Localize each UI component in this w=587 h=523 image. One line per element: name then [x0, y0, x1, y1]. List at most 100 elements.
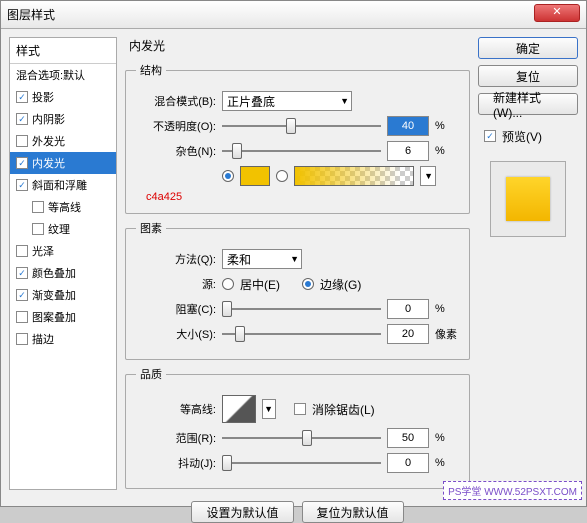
- close-button[interactable]: ✕: [534, 4, 580, 22]
- style-checkbox[interactable]: ✓: [16, 333, 28, 345]
- style-label: 内阴影: [32, 111, 65, 127]
- blend-options-default[interactable]: 混合选项:默认: [10, 64, 116, 86]
- action-panel: 确定 复位 新建样式(W)... ✓ 预览(V): [478, 37, 578, 490]
- range-input[interactable]: 50: [387, 428, 429, 448]
- quality-group: 品质 等高线: ▼ ✓ 消除锯齿(L) 范围(R): 50 % 抖动(J):: [125, 366, 470, 489]
- structure-legend: 结构: [136, 62, 166, 78]
- elements-group: 图素 方法(Q): 柔和▼ 源: 居中(E) 边缘(G) 阻塞(C):: [125, 220, 470, 360]
- style-checkbox[interactable]: ✓: [16, 267, 28, 279]
- noise-label: 杂色(N):: [136, 143, 216, 159]
- new-style-button[interactable]: 新建样式(W)...: [478, 93, 578, 115]
- preview-swatch: [506, 177, 550, 221]
- ok-button[interactable]: 确定: [478, 37, 578, 59]
- opacity-label: 不透明度(O):: [136, 118, 216, 134]
- quality-legend: 品质: [136, 366, 166, 382]
- style-item-光泽[interactable]: ✓ 光泽: [10, 240, 116, 262]
- window-title: 图层样式: [7, 6, 580, 23]
- style-checkbox[interactable]: ✓: [32, 201, 44, 213]
- choke-slider[interactable]: [222, 300, 381, 318]
- set-default-button[interactable]: 设置为默认值: [191, 501, 293, 523]
- style-item-纹理[interactable]: ✓纹理: [10, 218, 116, 240]
- style-item-图案叠加[interactable]: ✓ 图案叠加: [10, 306, 116, 328]
- gradient-swatch[interactable]: [294, 166, 414, 186]
- size-label: 大小(S):: [136, 326, 216, 342]
- style-item-外发光[interactable]: ✓外发光: [10, 130, 116, 152]
- style-item-投影[interactable]: ✓ 投影: [10, 86, 116, 108]
- noise-input[interactable]: 6: [387, 141, 429, 161]
- preview-checkbox[interactable]: ✓: [484, 130, 496, 142]
- section-title: 内发光: [125, 37, 470, 54]
- style-item-渐变叠加[interactable]: ✓ 渐变叠加: [10, 284, 116, 306]
- style-item-颜色叠加[interactable]: ✓ 颜色叠加: [10, 262, 116, 284]
- settings-panel: 内发光 结构 混合模式(B): 正片叠底▼ 不透明度(O): 40 % 杂色(N…: [125, 37, 470, 490]
- preview-label: 预览(V): [502, 128, 542, 145]
- solid-color-radio[interactable]: [222, 170, 234, 182]
- elements-legend: 图素: [136, 220, 166, 236]
- style-label: 光泽: [32, 243, 54, 259]
- style-checkbox[interactable]: ✓: [16, 91, 28, 103]
- preview-box: [490, 161, 566, 237]
- watermark: PS学堂 WWW.52PSXT.COM: [443, 481, 582, 500]
- style-checkbox[interactable]: ✓: [16, 113, 28, 125]
- opacity-input[interactable]: 40: [387, 116, 429, 136]
- titlebar[interactable]: 图层样式 ✕: [1, 1, 586, 29]
- style-checkbox[interactable]: ✓: [32, 223, 44, 235]
- size-input[interactable]: 20: [387, 324, 429, 344]
- jitter-input[interactable]: 0: [387, 453, 429, 473]
- style-checkbox[interactable]: ✓: [16, 311, 28, 323]
- style-checkbox[interactable]: ✓: [16, 179, 28, 191]
- style-label: 颜色叠加: [32, 265, 76, 281]
- contour-dropdown[interactable]: ▼: [262, 399, 276, 419]
- noise-slider[interactable]: [222, 142, 381, 160]
- styles-list: 样式 混合选项:默认 ✓投影✓内阴影✓外发光✓内发光✓斜面和浮雕✓等高线✓纹理✓…: [9, 37, 117, 490]
- gradient-dropdown[interactable]: ▼: [420, 166, 436, 186]
- contour-picker[interactable]: [222, 395, 256, 423]
- blend-mode-combo[interactable]: 正片叠底▼: [222, 91, 352, 111]
- structure-group: 结构 混合模式(B): 正片叠底▼ 不透明度(O): 40 % 杂色(N):: [125, 62, 470, 214]
- layer-style-dialog: 图层样式 ✕ 样式 混合选项:默认 ✓投影✓内阴影✓外发光✓内发光✓斜面和浮雕✓…: [0, 0, 587, 507]
- source-edge-label: 边缘(G): [320, 276, 361, 293]
- cancel-button[interactable]: 复位: [478, 65, 578, 87]
- source-edge-radio[interactable]: [302, 278, 314, 290]
- anti-aliased-label: 消除锯齿(L): [312, 401, 375, 418]
- range-slider[interactable]: [222, 429, 381, 447]
- chevron-down-icon: ▼: [424, 171, 433, 181]
- style-item-内阴影[interactable]: ✓ 内阴影: [10, 108, 116, 130]
- style-checkbox[interactable]: ✓: [16, 135, 28, 147]
- style-label: 投影: [32, 89, 54, 105]
- style-item-等高线[interactable]: ✓ 等高线: [10, 196, 116, 218]
- range-label: 范围(R):: [136, 430, 216, 446]
- source-label: 源:: [136, 276, 216, 292]
- choke-input[interactable]: 0: [387, 299, 429, 319]
- style-item-斜面和浮雕[interactable]: ✓ 斜面和浮雕: [10, 174, 116, 196]
- size-slider[interactable]: [222, 325, 381, 343]
- style-label: 等高线: [48, 199, 81, 215]
- blend-mode-label: 混合模式(B):: [136, 93, 216, 109]
- chevron-down-icon: ▼: [340, 96, 349, 106]
- color-swatch[interactable]: [240, 166, 270, 186]
- style-label: 描边: [32, 331, 54, 347]
- opacity-slider[interactable]: [222, 117, 381, 135]
- chevron-down-icon: ▼: [264, 404, 273, 414]
- style-label: 渐变叠加: [32, 287, 76, 303]
- anti-aliased-checkbox[interactable]: ✓: [294, 403, 306, 415]
- color-hex-note: c4a425: [146, 191, 459, 203]
- source-center-label: 居中(E): [240, 276, 280, 293]
- chevron-down-icon: ▼: [290, 254, 299, 264]
- gradient-radio[interactable]: [276, 170, 288, 182]
- reset-default-button[interactable]: 复位为默认值: [302, 501, 404, 523]
- technique-combo[interactable]: 柔和▼: [222, 249, 302, 269]
- style-label: 图案叠加: [32, 309, 76, 325]
- style-label: 斜面和浮雕: [32, 177, 87, 193]
- style-checkbox[interactable]: ✓: [16, 289, 28, 301]
- style-checkbox[interactable]: ✓: [16, 157, 28, 169]
- jitter-slider[interactable]: [222, 454, 381, 472]
- style-item-内发光[interactable]: ✓ 内发光: [10, 152, 116, 174]
- choke-label: 阻塞(C):: [136, 301, 216, 317]
- style-checkbox[interactable]: ✓: [16, 245, 28, 257]
- style-item-描边[interactable]: ✓ 描边: [10, 328, 116, 350]
- technique-label: 方法(Q):: [136, 251, 216, 267]
- source-center-radio[interactable]: [222, 278, 234, 290]
- styles-header[interactable]: 样式: [10, 38, 116, 64]
- style-label: 内发光: [32, 155, 65, 171]
